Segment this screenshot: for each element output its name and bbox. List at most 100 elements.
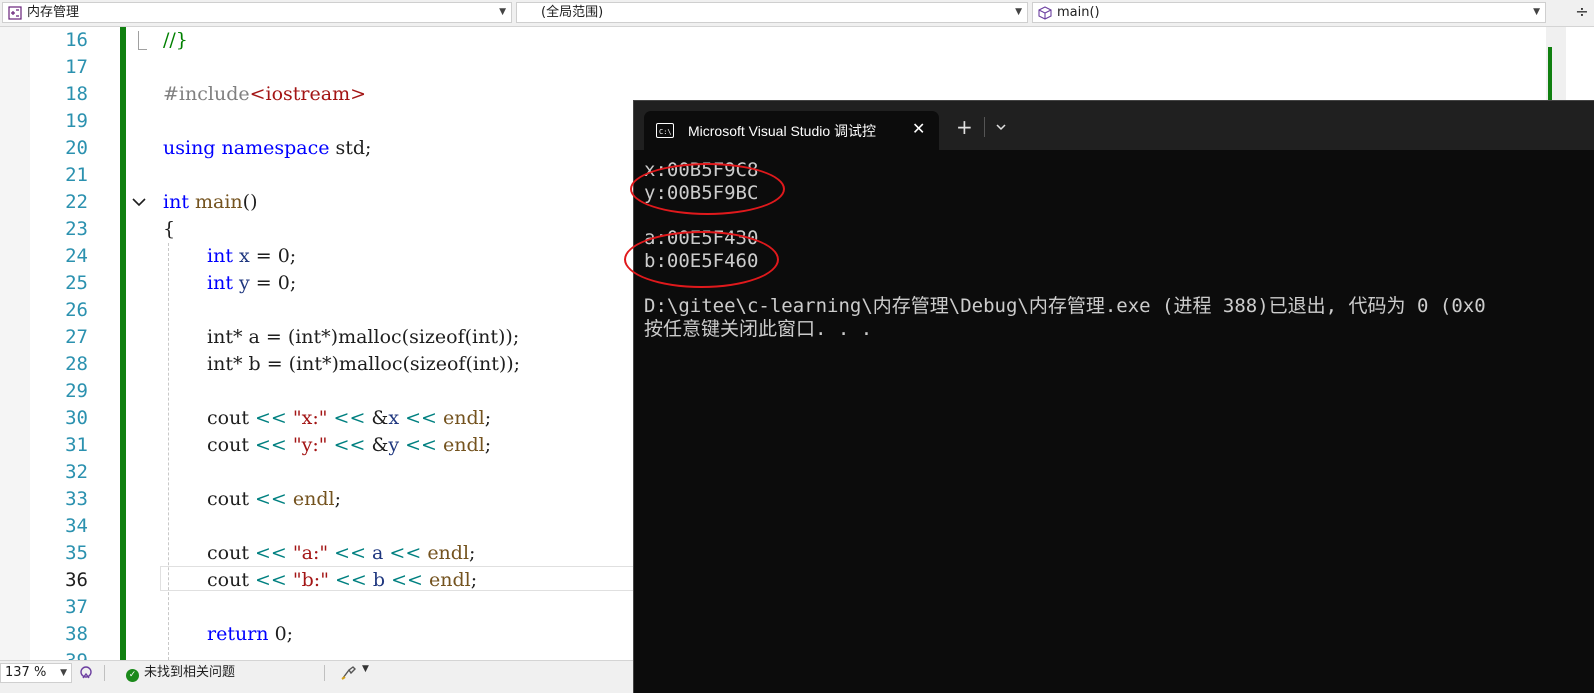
code-line-28: int* b = (int*)malloc(sizeof(int));	[207, 353, 521, 375]
issues-status[interactable]: ✓ 未找到相关问题	[126, 663, 235, 683]
code-text: endl	[292, 488, 335, 510]
project-icon	[8, 6, 22, 20]
code-text: = 0;	[249, 272, 297, 294]
code-line-22: int main()	[163, 189, 258, 216]
split-editor-icon[interactable]: ÷	[1572, 2, 1592, 23]
line-number: 16	[65, 29, 88, 51]
code-text: cout	[207, 407, 249, 429]
change-tracking-bar	[120, 27, 126, 665]
close-icon[interactable]: ✕	[912, 119, 925, 138]
console-tab[interactable]: C:\ Microsoft Visual Studio 调试控 ✕	[644, 111, 939, 150]
line-number: 17	[65, 56, 88, 78]
terminal-icon: C:\	[656, 123, 674, 138]
code-text: = 0;	[249, 245, 297, 267]
code-text: std;	[329, 137, 372, 159]
line-number: 25	[65, 272, 88, 294]
line-number: 24	[65, 245, 88, 267]
keyword: return	[207, 623, 269, 645]
console-titlebar: C:\ Microsoft Visual Studio 调试控 ✕ +	[634, 101, 1594, 150]
operator: <<	[255, 542, 287, 564]
keyword: int	[207, 245, 233, 267]
variable: y	[239, 272, 250, 294]
intellicode-icon[interactable]	[78, 665, 94, 681]
glyph-margin	[0, 27, 30, 665]
svg-text:C:\: C:\	[659, 128, 672, 136]
console-tab-title: Microsoft Visual Studio 调试控	[688, 123, 877, 139]
fold-end-marker	[138, 31, 147, 50]
code-line-30: cout << "x:" << &x << endl;	[207, 407, 492, 429]
keyword: namespace	[221, 137, 330, 159]
string-literal: "b:"	[292, 569, 329, 591]
operator: <<	[391, 569, 423, 591]
console-output: x:00B5F9C8 y:00B5F9BC a:00E5F430 b:00E5F…	[644, 159, 1594, 389]
chevron-down-icon: ▼	[499, 7, 506, 17]
line-number: 22	[65, 191, 88, 213]
code-text: cout	[207, 542, 249, 564]
code-line-35: cout << "a:" << a << endl;	[207, 542, 476, 564]
operator: <<	[255, 569, 287, 591]
include-header: <iostream>	[249, 83, 367, 105]
code-text: cout	[207, 569, 249, 591]
check-circle-icon: ✓	[126, 669, 139, 682]
member-dropdown[interactable]: main() ▼	[1032, 2, 1546, 23]
debug-console-window[interactable]: C:\ Microsoft Visual Studio 调试控 ✕ + x:00…	[624, 100, 1594, 693]
code-line-33: cout << endl;	[207, 488, 342, 510]
code-line-23: {	[163, 216, 175, 243]
operator: <<	[255, 434, 287, 456]
chevron-down-icon[interactable]: ▼	[362, 664, 369, 674]
code-line-18: #include<iostream>	[163, 81, 366, 108]
operator: <<	[334, 569, 367, 591]
tab-dropdown-chevron-icon[interactable]	[990, 119, 1012, 135]
line-number: 20	[65, 137, 88, 159]
include-directive: #include	[163, 83, 250, 105]
code-line-31: cout << "y:" << &y << endl;	[207, 434, 492, 456]
line-number: 28	[65, 353, 88, 375]
line-number: 27	[65, 326, 88, 348]
line-number: 34	[65, 515, 88, 537]
code-text: cout	[207, 434, 249, 456]
keyword: int	[163, 191, 189, 213]
titlebar-separator	[984, 117, 985, 137]
line-number: 29	[65, 380, 88, 402]
status-separator	[104, 665, 105, 681]
zoom-level: 137 %	[5, 665, 47, 680]
indent-guide	[168, 243, 169, 665]
operator: <<	[389, 542, 422, 564]
line-number: 35	[65, 542, 88, 564]
project-label: 内存管理	[27, 5, 80, 20]
code-text: 0;	[268, 623, 294, 645]
scope-label: (全局范围)	[541, 5, 604, 20]
code-line-16: //}	[163, 27, 188, 54]
operator: <<	[333, 407, 366, 429]
code-editor[interactable]: //} #include<iostream> using namespace s…	[150, 27, 640, 665]
project-dropdown[interactable]: 内存管理 ▼	[2, 2, 512, 23]
line-number: 18	[65, 83, 88, 105]
chevron-down-icon: ▼	[60, 668, 67, 678]
code-line-25: int y = 0;	[207, 270, 296, 297]
zoom-dropdown[interactable]: 137 % ▼	[0, 663, 72, 683]
navigation-bar: 内存管理 ▼ (全局范围) ▼ main() ▼ ÷	[0, 0, 1594, 27]
line-number: 32	[65, 461, 88, 483]
collapse-chevron-icon[interactable]	[131, 194, 147, 210]
issues-label: 未找到相关问题	[144, 665, 236, 680]
red-annotation-ellipse	[624, 231, 779, 288]
chevron-down-icon: ▼	[1533, 7, 1540, 17]
operator: <<	[255, 488, 287, 510]
console-line: 按任意键关闭此窗口. . .	[644, 318, 873, 340]
new-tab-plus-icon[interactable]: +	[956, 117, 973, 137]
line-number: 39	[30, 648, 88, 660]
status-separator	[324, 665, 325, 681]
operator: <<	[333, 434, 366, 456]
operator: <<	[334, 542, 366, 564]
line-number: 38	[65, 623, 88, 645]
chevron-down-icon: ▼	[1015, 7, 1022, 17]
scope-dropdown[interactable]: (全局范围) ▼	[516, 2, 1028, 23]
editor-status-bar: 137 % ▼ ✓ 未找到相关问题 ▼	[0, 660, 634, 693]
red-annotation-ellipse	[630, 163, 785, 215]
code-text: endl	[443, 407, 485, 429]
line-number: 30	[65, 407, 88, 429]
code-cleanup-brush-icon[interactable]	[340, 665, 358, 681]
line-number: 26	[65, 299, 88, 321]
code-text: ()	[242, 191, 258, 213]
comment-text: //}	[163, 29, 188, 51]
